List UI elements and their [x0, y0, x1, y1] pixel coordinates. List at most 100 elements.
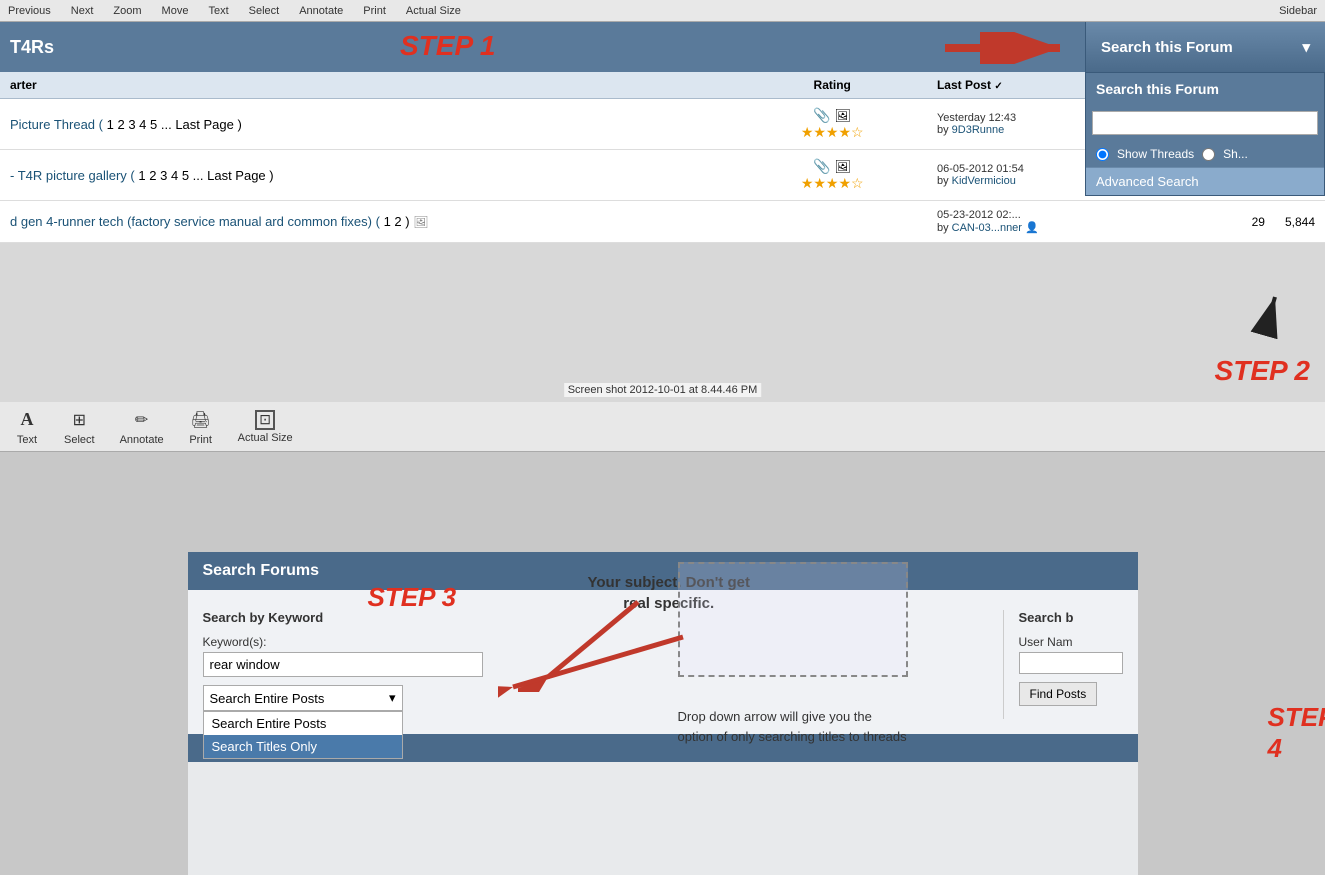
- step2-label: STEP 2: [1215, 355, 1310, 386]
- views-cell: 5,844: [1275, 201, 1325, 243]
- search-type-dropdown[interactable]: Search Entire Posts ▾: [203, 685, 403, 711]
- step1-arrow: [945, 32, 1075, 64]
- page-link[interactable]: 1: [107, 117, 114, 132]
- table-row: d gen 4-runner tech (factory service man…: [0, 201, 1325, 243]
- show-threads-radio[interactable]: [1096, 148, 1109, 161]
- page-link[interactable]: 2: [394, 214, 401, 229]
- screenshot-top: T4Rs STEP 1 Search this Forum ▾ arter: [0, 22, 1325, 402]
- user-avatar: 👤: [1025, 222, 1039, 234]
- text-icon: A: [15, 408, 39, 432]
- toolbar2-print-label: Print: [189, 434, 212, 446]
- dropdown-arrow-icon: ▾: [1302, 38, 1310, 56]
- top-toolbar: Previous Next Zoom Move Text Select Anno…: [0, 0, 1325, 22]
- step1-label: STEP 1: [400, 30, 495, 62]
- search-forum-label: Search this Forum: [1101, 39, 1233, 56]
- dropdown-current-value: Search Entire Posts: [210, 691, 389, 706]
- page-link[interactable]: 5: [182, 168, 189, 183]
- toolbar2-annotate-label: Annotate: [120, 434, 164, 446]
- image-icon: 🖼: [834, 159, 851, 174]
- replies-cell: 29: [1242, 201, 1275, 243]
- step3-label: STEP 3: [368, 582, 457, 613]
- toolbar-previous[interactable]: Previous: [8, 5, 51, 17]
- step2-container: STEP 2: [1215, 355, 1310, 387]
- rating-stars: ★★★★☆: [801, 175, 864, 191]
- toolbar-print[interactable]: Print: [363, 5, 386, 17]
- toolbar2-text[interactable]: A Text: [15, 408, 39, 446]
- toolbar-zoom[interactable]: Zoom: [113, 5, 141, 17]
- attachment-icon: 📎: [813, 158, 830, 174]
- dropdown-chevron-icon: ▾: [389, 690, 396, 706]
- thread-link[interactable]: d gen 4-runner tech (factory service man…: [10, 214, 384, 229]
- page-link[interactable]: 4: [171, 168, 178, 183]
- toolbar2-actual-size[interactable]: ⊡ Actual Size: [238, 410, 293, 444]
- page-link[interactable]: 3: [128, 117, 135, 132]
- annotate-icon: ✏: [130, 408, 154, 432]
- toolbar-text[interactable]: Text: [208, 5, 228, 17]
- image-icon: 🖼: [413, 215, 428, 229]
- dropdown-option-entire-posts[interactable]: Search Entire Posts: [204, 712, 402, 735]
- step4-label: STEP 4: [1268, 702, 1325, 764]
- advanced-search-link[interactable]: Advanced Search: [1086, 167, 1324, 195]
- toolbar-annotate[interactable]: Annotate: [299, 5, 343, 17]
- image-icon: 🖼: [834, 108, 851, 123]
- page-link[interactable]: 4: [139, 117, 146, 132]
- search-dropdown-overlay: Search Entire Posts Search Titles Only: [203, 711, 403, 759]
- search-left: Search by Keyword Keyword(s): Search Ent…: [203, 610, 983, 719]
- find-posts-button[interactable]: Find Posts: [1019, 682, 1098, 706]
- thread-col-header: arter: [0, 72, 737, 99]
- toolbar2-select[interactable]: ⊞ Select: [64, 408, 95, 446]
- thread-link[interactable]: - T4R picture gallery (: [10, 168, 138, 183]
- step4-description: Drop down arrow will give you the option…: [678, 707, 908, 746]
- toolbar2-annotate[interactable]: ✏ Annotate: [120, 408, 164, 446]
- forum-title: T4Rs: [10, 37, 54, 58]
- forum-header-bar: T4Rs STEP 1 Search this Forum ▾: [0, 22, 1325, 72]
- toolbar2-text-label: Text: [17, 434, 37, 446]
- screenshot-filename: Screen shot 2012-10-01 at 8.44.46 PM: [564, 383, 762, 397]
- search-right: Search b User Nam Find Posts: [1003, 610, 1123, 719]
- subject-callout-line2: real specific.: [588, 593, 750, 614]
- username-input[interactable]: [1019, 652, 1123, 674]
- keyword-input[interactable]: [203, 652, 483, 677]
- dropdown-option-titles-only[interactable]: Search Titles Only: [204, 735, 402, 758]
- post-date: 05-23-2012 02:...: [937, 209, 1232, 221]
- rating-col-header: Rating: [737, 72, 927, 99]
- page-link[interactable]: 3: [160, 168, 167, 183]
- toolbar-next[interactable]: Next: [71, 5, 94, 17]
- actual-size-icon: ⊡: [255, 410, 275, 430]
- toolbar-sidebar[interactable]: Sidebar: [1279, 5, 1317, 17]
- print-icon: 🖨: [189, 408, 213, 432]
- user-link[interactable]: KidVermiciou: [952, 175, 1016, 187]
- toolbar2-print[interactable]: 🖨 Print: [189, 408, 213, 446]
- toolbar2: A Text ⊞ Select ✏ Annotate 🖨 Print ⊡ Act…: [0, 402, 1325, 452]
- search-forum-button[interactable]: Search this Forum ▾: [1085, 22, 1325, 72]
- search-type-container: Search Entire Posts ▾ Search Entire Post…: [203, 685, 403, 711]
- page-link[interactable]: 2: [117, 117, 124, 132]
- toolbar-actual-size[interactable]: Actual Size: [406, 5, 461, 17]
- show-other-radio[interactable]: [1202, 148, 1215, 161]
- page-link[interactable]: 1: [384, 214, 391, 229]
- screenshot-bottom: STEP 3 Your subject. Don't get real spec…: [0, 452, 1325, 875]
- show-other-label: Sh...: [1223, 147, 1248, 161]
- show-threads-label: Show Threads: [1117, 147, 1194, 161]
- search-right-title: Search b: [1019, 610, 1123, 625]
- keyword-row: Keyword(s):: [203, 635, 983, 677]
- user-link[interactable]: CAN-03...nner: [952, 222, 1022, 234]
- page-link[interactable]: 5: [150, 117, 157, 132]
- keyword-label: Keyword(s):: [203, 635, 983, 649]
- rating-stars: ★★★★☆: [801, 124, 864, 140]
- last-page-link[interactable]: Last Page: [207, 168, 266, 183]
- attachment-icon: 📎: [813, 107, 830, 123]
- user-link[interactable]: 9D3Runne: [952, 124, 1005, 136]
- select-icon: ⊞: [67, 408, 91, 432]
- toolbar2-actual-size-label: Actual Size: [238, 432, 293, 444]
- search-panel-title: Search this Forum: [1086, 73, 1324, 105]
- last-page-link[interactable]: Last Page: [175, 117, 234, 132]
- page-link[interactable]: 2: [149, 168, 156, 183]
- thread-link[interactable]: Picture Thread (: [10, 117, 107, 132]
- toolbar-select[interactable]: Select: [249, 5, 280, 17]
- page-link[interactable]: 1: [138, 168, 145, 183]
- username-label: User Nam: [1019, 635, 1123, 649]
- toolbar-move[interactable]: Move: [162, 5, 189, 17]
- search-panel-input[interactable]: [1092, 111, 1318, 135]
- step2-arrow: [1175, 242, 1295, 342]
